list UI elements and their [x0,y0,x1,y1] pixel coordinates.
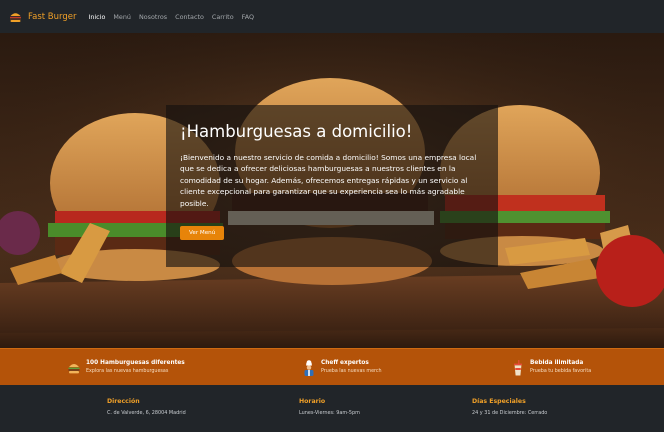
brand[interactable]: Fast Burger [9,10,76,23]
feature-item: Bebida ilimitada Prueba tu bebida favori… [512,349,591,386]
feature-item: Cheff expertos Prueba las nuevas merch [303,349,382,386]
nav-link-faq[interactable]: FAQ [242,13,254,21]
features-strip: 100 Hamburguesas diferentes Explora las … [0,348,664,385]
feature-description: Prueba las nuevas merch [321,369,382,374]
feature-title: Cheff expertos [321,360,369,367]
nav-link-menu[interactable]: Menú [113,13,131,21]
hero-section: ¡Hamburguesas a domicilio! ¡Bienvenido a… [0,33,664,348]
footer: Dirección C. de Valverde, 6, 28004 Madri… [0,385,664,432]
footer-column-dias-especiales: Días Especiales 24 y 31 de Diciembre: Ce… [472,398,547,416]
footer-column-direccion: Dirección C. de Valverde, 6, 28004 Madri… [107,398,186,416]
nav-link-nosotros[interactable]: Nosotros [139,13,167,21]
hero-description: ¡Bienvenido a nuestro servicio de comida… [180,152,477,208]
footer-column-title: Dirección [107,398,140,405]
navbar: Fast Burger Inicio Menú Nosotros Contact… [0,0,664,33]
nav-link-inicio[interactable]: Inicio [88,13,105,21]
ver-menu-button[interactable]: Ver Menú [180,226,225,241]
feature-description: Prueba tu bebida favorita [530,369,592,374]
feature-title: Bebida ilimitada [530,360,584,367]
drink-icon [514,359,522,375]
feature-description: Explora las nuevas hamburguesas [86,369,169,374]
nav-link-contacto[interactable]: Contacto [175,13,204,21]
burger-logo-icon [10,13,21,22]
hero-overlay-box: ¡Hamburguesas a domicilio! ¡Bienvenido a… [166,105,498,267]
hero-title: ¡Hamburguesas a domicilio! [180,122,413,141]
chef-icon [304,359,314,376]
footer-column-text: 24 y 31 de Diciembre: Cerrado [472,410,548,416]
footer-column-text: Lunes-Viernes: 9am-5pm [299,410,360,416]
footer-column-text: C. de Valverde, 6, 28004 Madrid [107,410,186,416]
footer-column-title: Días Especiales [472,398,526,405]
burger-icon [68,363,80,373]
feature-title: 100 Hamburguesas diferentes [86,360,185,367]
footer-column-horario: Horario Lunes-Viernes: 9am-5pm [299,398,360,416]
brand-name: Fast Burger [28,11,77,22]
footer-column-title: Horario [299,398,326,405]
feature-item: 100 Hamburguesas diferentes Explora las … [68,349,185,386]
nav-link-carrito[interactable]: Carrito [212,13,234,21]
